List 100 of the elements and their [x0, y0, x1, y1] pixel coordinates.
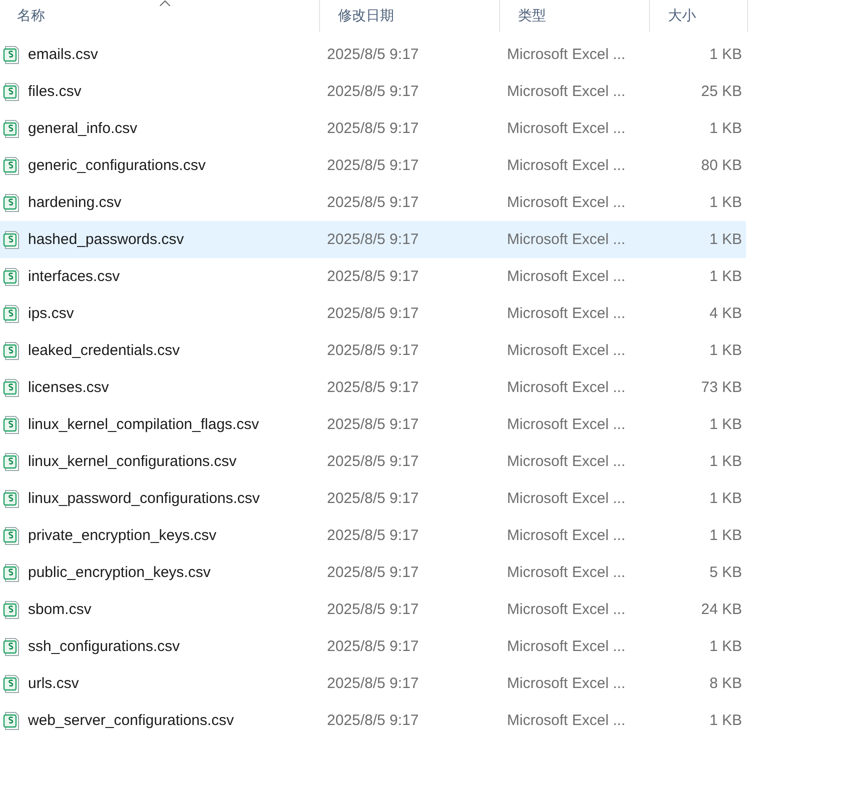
file-row[interactable]: licenses.csv 2025/8/5 9:17 Microsoft Excel ... 73 KB	[0, 369, 746, 406]
modified-date: 2025/8/5 9:17	[326, 231, 420, 248]
modified-date: 2025/8/5 9:17	[326, 490, 420, 507]
modified-date: 2025/8/5 9:17	[326, 527, 420, 544]
file-row[interactable]: private_encryption_keys.csv 2025/8/5 9:17 Microsoft Excel ... 1 KB	[0, 517, 746, 554]
file-row[interactable]: interfaces.csv 2025/8/5 9:17 Microsoft Excel ... 1 KB	[0, 258, 746, 295]
file-type: Microsoft Excel ...	[506, 157, 626, 174]
modified-date: 2025/8/5 9:17	[326, 83, 420, 100]
file-size: 1 KB	[708, 453, 743, 470]
spreadsheet-file-icon	[3, 44, 21, 64]
modified-date: 2025/8/5 9:17	[326, 675, 420, 692]
file-size: 1 KB	[708, 268, 743, 285]
file-size: 1 KB	[708, 46, 743, 63]
file-row[interactable]: hashed_passwords.csv 2025/8/5 9:17 Microsoft Excel ... 1 KB	[0, 221, 746, 258]
spreadsheet-file-icon	[3, 156, 21, 176]
spreadsheet-file-icon	[3, 118, 21, 138]
file-type: Microsoft Excel ...	[506, 231, 626, 248]
spreadsheet-file-icon	[3, 488, 21, 508]
file-row[interactable]: generic_configurations.csv 2025/8/5 9:17 Microsoft Excel ... 80 KB	[0, 147, 746, 184]
file-type: Microsoft Excel ...	[506, 120, 626, 137]
file-size: 25 KB	[700, 83, 743, 100]
modified-date: 2025/8/5 9:17	[326, 564, 420, 581]
file-name: interfaces.csv	[28, 268, 120, 285]
file-row[interactable]: files.csv 2025/8/5 9:17 Microsoft Excel ... 25 KB	[0, 73, 746, 110]
file-row[interactable]: public_encryption_keys.csv 2025/8/5 9:17 Microsoft Excel ... 5 KB	[0, 554, 746, 591]
file-type: Microsoft Excel ...	[506, 527, 626, 544]
modified-date: 2025/8/5 9:17	[326, 268, 420, 285]
file-row[interactable]: ips.csv 2025/8/5 9:17 Microsoft Excel ... 4 KB	[0, 295, 746, 332]
file-name: ssh_configurations.csv	[28, 638, 180, 655]
spreadsheet-file-icon	[3, 636, 21, 656]
file-name: urls.csv	[28, 675, 79, 692]
file-name: linux_kernel_compilation_flags.csv	[28, 416, 259, 433]
file-size: 1 KB	[708, 527, 743, 544]
file-name: emails.csv	[28, 46, 98, 63]
file-size: 1 KB	[708, 231, 743, 248]
spreadsheet-file-icon	[3, 562, 21, 582]
file-size: 4 KB	[708, 305, 743, 322]
file-type: Microsoft Excel ...	[506, 564, 626, 581]
file-row[interactable]: linux_kernel_configurations.csv 2025/8/5 9:17 Microsoft Excel ... 1 KB	[0, 443, 746, 480]
file-row[interactable]: sbom.csv 2025/8/5 9:17 Microsoft Excel ... 24 KB	[0, 591, 746, 628]
file-size: 5 KB	[708, 564, 743, 581]
file-size: 1 KB	[708, 120, 743, 137]
file-type: Microsoft Excel ...	[506, 453, 626, 470]
spreadsheet-file-icon	[3, 230, 21, 250]
column-header[interactable]: 名称	[6, 7, 57, 25]
spreadsheet-file-icon	[3, 340, 21, 360]
file-row[interactable]: web_server_configurations.csv 2025/8/5 9:17 Microsoft Excel ... 1 KB	[0, 702, 746, 739]
file-type: Microsoft Excel ...	[506, 83, 626, 100]
file-row[interactable]: general_info.csv 2025/8/5 9:17 Microsoft Excel ... 1 KB	[0, 110, 746, 147]
file-name: general_info.csv	[28, 120, 138, 137]
file-type: Microsoft Excel ...	[506, 490, 626, 507]
modified-date: 2025/8/5 9:17	[326, 46, 420, 63]
file-row[interactable]: hardening.csv 2025/8/5 9:17 Microsoft Excel ... 1 KB	[0, 184, 746, 221]
column-header[interactable]: 修改日期	[326, 7, 406, 25]
file-name: linux_password_configurations.csv	[28, 490, 260, 507]
spreadsheet-file-icon	[3, 452, 21, 472]
file-size: 1 KB	[708, 416, 743, 433]
file-type: Microsoft Excel ...	[506, 194, 626, 211]
column-header[interactable]: 大小	[656, 7, 708, 25]
file-size: 73 KB	[700, 379, 743, 396]
file-size: 1 KB	[708, 490, 743, 507]
file-type: Microsoft Excel ...	[506, 268, 626, 285]
spreadsheet-file-icon	[3, 266, 21, 286]
spreadsheet-file-icon	[3, 526, 21, 546]
modified-date: 2025/8/5 9:17	[326, 305, 420, 322]
file-name: hashed_passwords.csv	[28, 231, 184, 248]
modified-date: 2025/8/5 9:17	[326, 194, 420, 211]
modified-date: 2025/8/5 9:17	[326, 453, 420, 470]
modified-date: 2025/8/5 9:17	[326, 712, 420, 729]
modified-date: 2025/8/5 9:17	[326, 157, 420, 174]
file-row[interactable]: linux_password_configurations.csv 2025/8/5 9:17 Microsoft Excel ... 1 KB	[0, 480, 746, 517]
file-type: Microsoft Excel ...	[506, 712, 626, 729]
file-row[interactable]: linux_kernel_compilation_flags.csv 2025/8/5 9:17 Microsoft Excel ... 1 KB	[0, 406, 746, 443]
file-type: Microsoft Excel ...	[506, 46, 626, 63]
file-size: 80 KB	[700, 157, 743, 174]
file-size: 1 KB	[708, 194, 743, 211]
sort-ascending-icon	[158, 0, 170, 6]
file-row[interactable]: emails.csv 2025/8/5 9:17 Microsoft Excel ... 1 KB	[0, 36, 746, 73]
file-row[interactable]: ssh_configurations.csv 2025/8/5 9:17 Microsoft Excel ... 1 KB	[0, 628, 746, 665]
file-name: public_encryption_keys.csv	[28, 564, 211, 581]
modified-date: 2025/8/5 9:17	[326, 638, 420, 655]
file-row[interactable]: leaked_credentials.csv 2025/8/5 9:17 Microsoft Excel ... 1 KB	[0, 332, 746, 369]
modified-date: 2025/8/5 9:17	[326, 416, 420, 433]
file-type: Microsoft Excel ...	[506, 601, 626, 618]
column-header[interactable]: 类型	[506, 7, 558, 25]
file-row[interactable]: urls.csv 2025/8/5 9:17 Microsoft Excel ... 8 KB	[0, 665, 746, 702]
spreadsheet-file-icon	[3, 378, 21, 398]
file-type: Microsoft Excel ...	[506, 675, 626, 692]
spreadsheet-file-icon	[3, 304, 21, 324]
spreadsheet-file-icon	[3, 600, 21, 620]
file-type: Microsoft Excel ...	[506, 416, 626, 433]
modified-date: 2025/8/5 9:17	[326, 601, 420, 618]
file-type: Microsoft Excel ...	[506, 305, 626, 322]
spreadsheet-file-icon	[3, 192, 21, 212]
file-type: Microsoft Excel ...	[506, 342, 626, 359]
file-name: private_encryption_keys.csv	[28, 527, 216, 544]
spreadsheet-file-icon	[3, 674, 21, 694]
file-type: Microsoft Excel ...	[506, 638, 626, 655]
spreadsheet-file-icon	[3, 710, 21, 730]
file-size: 1 KB	[708, 638, 743, 655]
